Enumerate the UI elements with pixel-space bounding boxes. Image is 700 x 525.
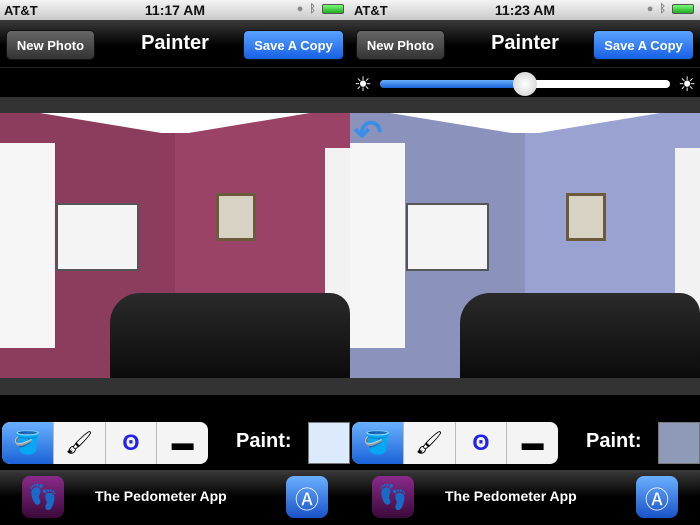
divider: [0, 378, 350, 395]
brightness-high-icon: ☀: [678, 74, 696, 96]
room-photo[interactable]: [0, 113, 350, 378]
picture-frame: [566, 193, 606, 241]
nav-bar: New Photo Painter Save A Copy: [350, 20, 700, 68]
paint-color-swatch[interactable]: [308, 422, 350, 464]
phone-screen-after: AT&T 11:23 AM ● ᛒ New Photo Painter Save …: [350, 0, 700, 525]
lock-icon: ●: [646, 3, 654, 15]
eraser-icon[interactable]: ▬: [157, 422, 208, 464]
window: [0, 143, 55, 348]
status-bar: AT&T 11:17 AM ● ᛒ: [0, 0, 350, 20]
window: [350, 143, 405, 348]
slider-fill: [380, 80, 525, 88]
ad-banner[interactable]: 👣 The Pedometer App Ⓐ: [0, 470, 350, 525]
status-icons: ● ᛒ: [647, 3, 694, 15]
brightness-low-icon: ☀: [354, 74, 372, 96]
divider: [350, 378, 700, 395]
paint-bucket-icon[interactable]: 🪣: [352, 422, 404, 464]
brightness-slider[interactable]: ☀ ☀: [350, 70, 700, 97]
tool-selector[interactable]: 🪣 🖌 ʘ ▬: [2, 422, 208, 464]
footprint-icon: 👣: [372, 476, 414, 518]
couch: [110, 293, 350, 378]
ad-text: The Pedometer App: [95, 488, 227, 504]
paint-color-swatch[interactable]: [658, 422, 700, 464]
lasso-icon[interactable]: ʘ: [106, 422, 158, 464]
save-copy-button[interactable]: Save A Copy: [243, 30, 344, 60]
tool-selector[interactable]: 🪣 🖌 ʘ ▬: [352, 422, 558, 464]
status-bar: AT&T 11:23 AM ● ᛒ: [350, 0, 700, 20]
whiteboard: [56, 203, 139, 271]
nav-bar: New Photo Painter Save A Copy: [0, 20, 350, 68]
picture-frame: [216, 193, 256, 241]
slider-thumb[interactable]: [513, 72, 537, 96]
ad-banner[interactable]: 👣 The Pedometer App Ⓐ: [350, 470, 700, 525]
paint-label: Paint:: [586, 430, 642, 452]
slider-track[interactable]: [380, 72, 670, 96]
app-store-icon[interactable]: Ⓐ: [286, 476, 328, 518]
app-store-icon[interactable]: Ⓐ: [636, 476, 678, 518]
room-photo[interactable]: ↶: [350, 113, 700, 378]
battery-icon: [672, 4, 694, 14]
undo-icon[interactable]: ↶: [354, 113, 383, 153]
paint-bucket-icon[interactable]: 🪣: [2, 422, 54, 464]
save-copy-button[interactable]: Save A Copy: [593, 30, 694, 60]
brush-icon[interactable]: 🖌: [54, 422, 106, 464]
paint-label: Paint:: [236, 430, 292, 452]
bluetooth-icon: ᛒ: [659, 3, 666, 15]
brush-icon[interactable]: 🖌: [404, 422, 456, 464]
divider: [0, 97, 350, 113]
lock-icon: ●: [296, 3, 304, 15]
status-icons: ● ᛒ: [297, 3, 344, 15]
couch: [460, 293, 700, 378]
phone-screen-before: AT&T 11:17 AM ● ᛒ New Photo Painter Save …: [0, 0, 350, 525]
ad-text: The Pedometer App: [445, 488, 577, 504]
footprint-icon: 👣: [22, 476, 64, 518]
eraser-icon[interactable]: ▬: [507, 422, 558, 464]
bluetooth-icon: ᛒ: [309, 3, 316, 15]
battery-icon: [322, 4, 344, 14]
whiteboard: [406, 203, 489, 271]
divider: [350, 97, 700, 113]
lasso-icon[interactable]: ʘ: [456, 422, 508, 464]
